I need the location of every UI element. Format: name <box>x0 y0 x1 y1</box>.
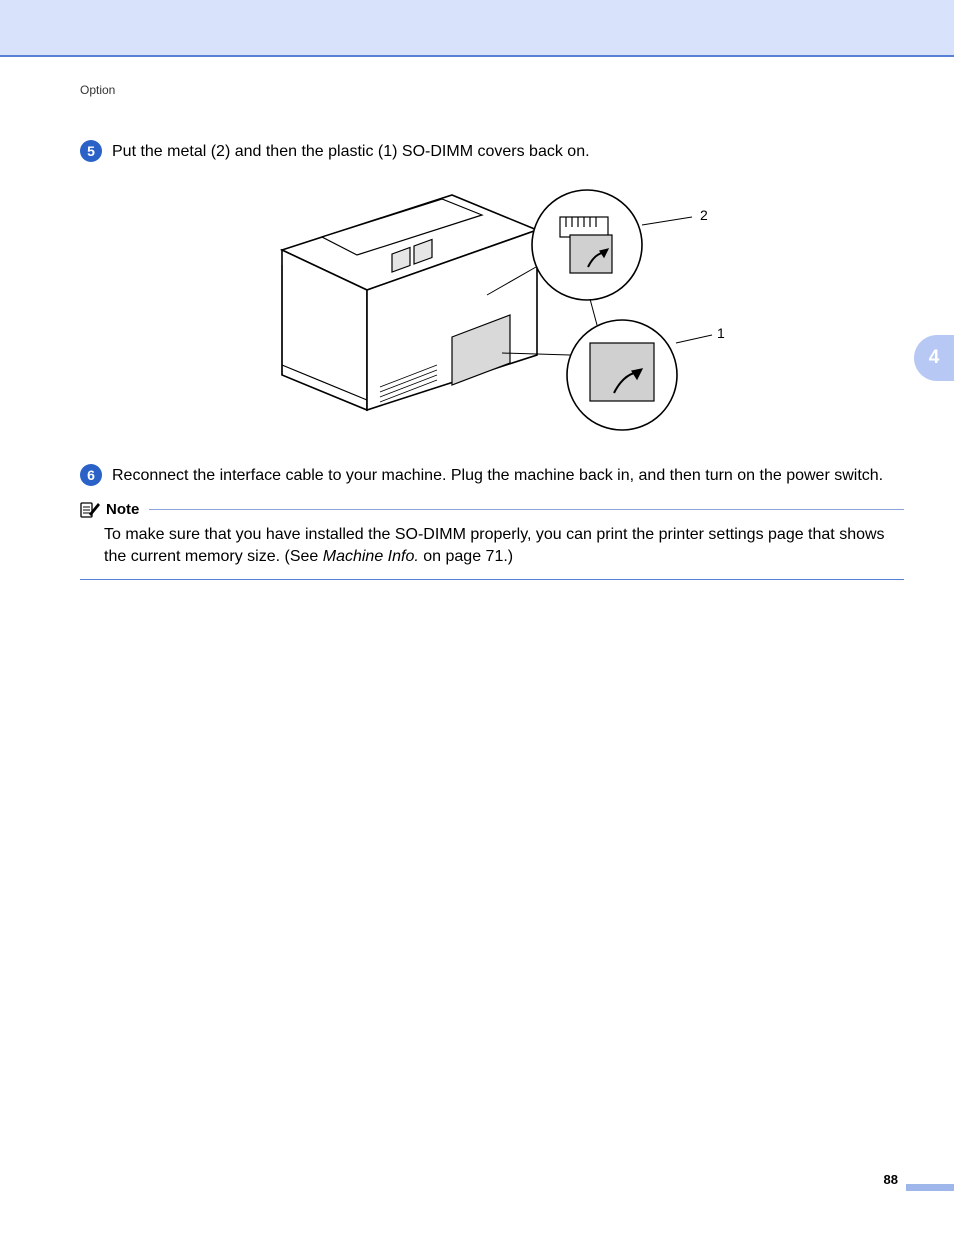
note-text-after: on page 71.) <box>419 548 513 565</box>
step-5: 5 Put the metal (2) and then the plastic… <box>80 141 904 163</box>
note-body: To make sure that you have installed the… <box>80 518 904 567</box>
page-number: 88 <box>884 1172 898 1187</box>
note-rule <box>149 509 904 510</box>
step-bullet-icon: 6 <box>80 464 102 486</box>
note-text-italic: Machine Info. <box>323 548 419 565</box>
header-band <box>0 0 954 55</box>
diagram-svg <box>252 175 732 445</box>
callout-label-2: 2 <box>700 207 708 223</box>
note-label: Note <box>106 501 139 518</box>
step-bullet-icon: 5 <box>80 140 102 162</box>
note-pencil-icon <box>80 500 102 518</box>
step-text: Put the metal (2) and then the plastic (… <box>112 141 590 163</box>
step-text: Reconnect the interface cable to your ma… <box>112 465 883 487</box>
callout-label-1: 1 <box>717 325 725 341</box>
page-content: Option 5 Put the metal (2) and then the … <box>0 57 954 580</box>
page-number-bar <box>906 1184 954 1191</box>
note-header: Note <box>80 500 904 518</box>
step-number: 6 <box>87 467 95 483</box>
printer-diagram: 2 1 <box>252 175 732 445</box>
section-label: Option <box>80 83 904 97</box>
step-6: 6 Reconnect the interface cable to your … <box>80 465 904 487</box>
step-number: 5 <box>87 143 95 159</box>
note-block: Note To make sure that you have installe… <box>80 500 904 580</box>
